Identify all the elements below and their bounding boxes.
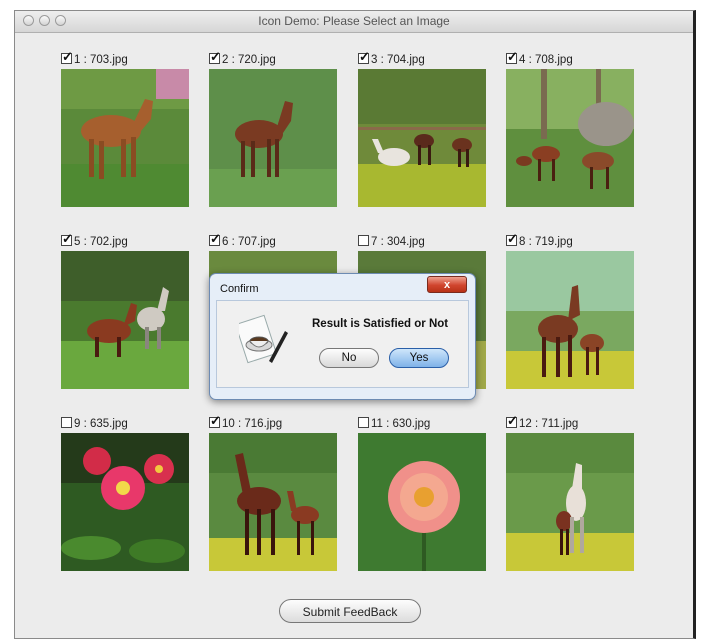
image-label-10: 10 : 716.jpg: [222, 418, 283, 430]
image-label-8: 8 : 719.jpg: [519, 236, 573, 248]
image-thumb-9[interactable]: [61, 433, 189, 571]
dialog-message: Result is Satisfied or Not: [312, 318, 449, 330]
image-checkbox-10[interactable]: [209, 413, 221, 429]
image-thumb-11[interactable]: [358, 433, 486, 571]
image-checkbox-5[interactable]: [61, 231, 73, 247]
image-cell-4: 4 : 708.jpg: [506, 49, 636, 207]
image-checkbox-11[interactable]: [358, 417, 369, 428]
image-label-4: 4 : 708.jpg: [519, 54, 573, 66]
image-cell-12: 12 : 711.jpg: [506, 413, 636, 571]
image-cell-6: 6 : 707.jpg: [209, 231, 339, 389]
image-cell-11: 11 : 630.jpg: [358, 414, 488, 571]
image-thumb-8[interactable]: [506, 251, 634, 389]
image-label-2: 2 : 720.jpg: [222, 54, 276, 66]
image-checkbox-2[interactable]: [209, 49, 221, 65]
dialog-body: Result is Satisfied or Not No Yes: [216, 300, 469, 388]
image-thumb-2[interactable]: [209, 69, 337, 207]
image-label-7: 7 : 304.jpg: [371, 236, 425, 248]
confirm-dialog: Confirm x Result is Satisfied or Not No …: [209, 273, 476, 400]
image-thumb-1[interactable]: [61, 69, 189, 207]
image-label-5: 5 : 702.jpg: [74, 236, 128, 248]
image-cell-9: 9 : 635.jpg: [61, 414, 191, 571]
window-title: Icon Demo: Please Select an Image: [258, 14, 450, 28]
image-cell-5: 5 : 702.jpg: [61, 231, 191, 389]
image-thumb-10[interactable]: [209, 433, 337, 571]
image-label-11: 11 : 630.jpg: [371, 418, 431, 430]
dialog-close-button[interactable]: x: [427, 276, 467, 293]
image-checkbox-9[interactable]: [61, 417, 72, 428]
image-checkbox-12[interactable]: [506, 413, 518, 429]
image-thumb-3[interactable]: [358, 69, 486, 207]
image-cell-7: 7 : 304.jpg: [358, 232, 488, 389]
image-checkbox-1[interactable]: [61, 49, 73, 65]
image-thumb-5[interactable]: [61, 251, 189, 389]
image-label-3: 3 : 704.jpg: [371, 54, 425, 66]
image-cell-3: 3 : 704.jpg: [358, 49, 488, 207]
yes-button[interactable]: Yes: [389, 348, 449, 368]
image-cell-1: 1 : 703.jpg: [61, 49, 191, 207]
image-label-9: 9 : 635.jpg: [74, 418, 128, 430]
coffee-cup-pen-icon: [234, 313, 289, 376]
image-cell-8: 8 : 719.jpg: [506, 231, 636, 389]
image-checkbox-3[interactable]: [358, 49, 370, 65]
image-thumb-4[interactable]: [506, 69, 634, 207]
image-label-1: 1 : 703.jpg: [74, 54, 128, 66]
image-cell-10: 10 : 716.jpg: [209, 413, 339, 571]
image-thumb-12[interactable]: [506, 433, 634, 571]
dialog-title: Confirm: [220, 283, 259, 295]
image-checkbox-8[interactable]: [506, 231, 518, 247]
image-label-12: 12 : 711.jpg: [519, 418, 579, 430]
image-checkbox-7[interactable]: [358, 235, 369, 246]
image-checkbox-6[interactable]: [209, 231, 221, 247]
image-cell-2: 2 : 720.jpg: [209, 49, 339, 207]
no-button[interactable]: No: [319, 348, 379, 368]
image-checkbox-4[interactable]: [506, 49, 518, 65]
submit-feedback-button[interactable]: Submit FeedBack: [279, 599, 421, 623]
image-label-6: 6 : 707.jpg: [222, 236, 276, 248]
title-bar: Icon Demo: Please Select an Image: [15, 11, 693, 33]
